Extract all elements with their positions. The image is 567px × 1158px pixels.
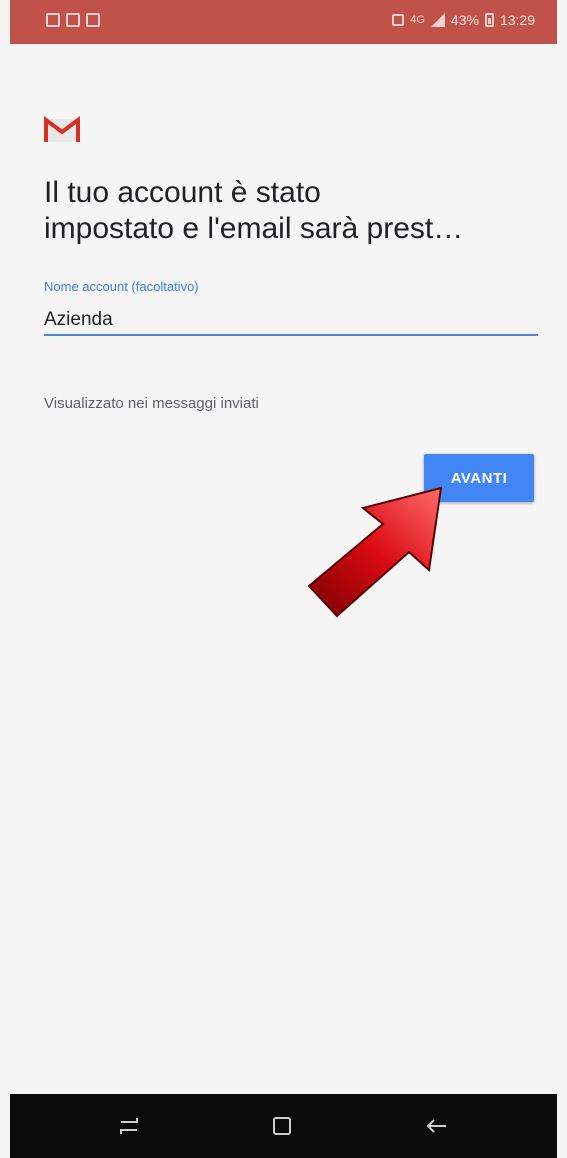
battery-percent: 43% [450, 12, 479, 28]
image-icon [86, 13, 100, 27]
home-icon[interactable] [268, 1112, 296, 1140]
phone-screen: 4G 43% 13:29 Il tuo account è stato impo… [10, 0, 557, 1158]
page-title: Il tuo account è stato impostato e l'ema… [44, 175, 544, 247]
navigation-bar [10, 1094, 557, 1158]
page-title-line-2: impostato e l'email sarà prest… [44, 212, 464, 245]
gmail-logo-icon [44, 116, 80, 142]
notification-icons [46, 13, 100, 27]
mute-icon [392, 14, 405, 26]
red-arrow-pointer [307, 486, 443, 618]
recents-icon[interactable] [115, 1112, 143, 1140]
system-icons: 4G 43% 13:29 [392, 12, 535, 28]
back-icon[interactable] [422, 1112, 450, 1140]
account-name-label: Nome account (facoltativo) [44, 279, 199, 294]
page-title-line-1: Il tuo account è stato [44, 176, 321, 209]
account-name-input[interactable] [44, 306, 538, 336]
clock: 13:29 [499, 12, 535, 28]
mail-icon [66, 13, 80, 27]
account-setup-page: Il tuo account è stato impostato e l'ema… [10, 44, 557, 1094]
battery-icon [484, 13, 494, 27]
account-name-helper-text: Visualizzato nei messaggi inviati [44, 395, 259, 412]
gallery-icon [46, 13, 60, 27]
status-bar: 4G 43% 13:29 [10, 0, 557, 44]
signal-icon [430, 13, 445, 27]
network-type: 4G [410, 14, 425, 26]
